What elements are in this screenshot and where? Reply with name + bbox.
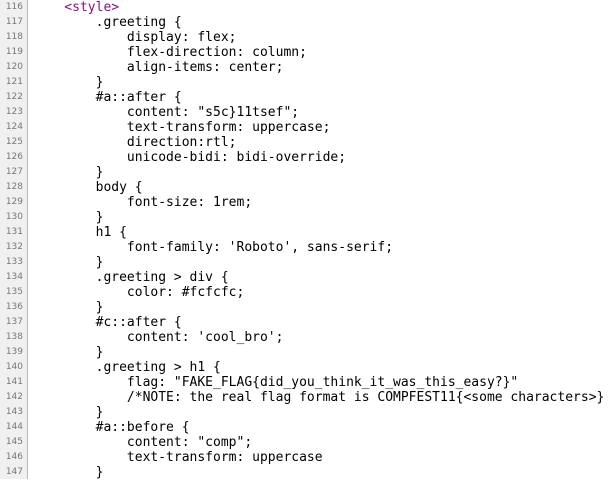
line-number: 146 [5, 452, 23, 462]
source-line[interactable]: #a::before { [28, 420, 613, 435]
source-line[interactable]: content: "comp"; [28, 435, 613, 450]
source-line[interactable]: color: #fcfcfc; [28, 285, 613, 300]
line-number: 147 [5, 467, 23, 477]
source-line[interactable]: .greeting { [28, 15, 613, 30]
source-line-style-tag[interactable]: <style> [28, 0, 613, 15]
source-line[interactable]: font-size: 1rem; [28, 195, 613, 210]
line-number: 117 [5, 17, 23, 27]
line-number: 141 [5, 377, 23, 387]
page-source-viewer: 116 117 118 119 120 121 122 123 124 125 126 127 128 1… [0, 0, 613, 479]
line-number: 133 [5, 257, 23, 267]
source-line[interactable]: text-transform: uppercase [28, 450, 613, 465]
source-line[interactable]: } [28, 75, 613, 90]
line-number: 143 [5, 407, 23, 417]
line-number: 136 [5, 302, 23, 312]
line-number: 137 [5, 317, 23, 327]
line-number: 119 [5, 47, 23, 57]
source-line[interactable]: #a::after { [28, 90, 613, 105]
source-line[interactable]: } [28, 300, 613, 315]
source-line[interactable]: font-family: 'Roboto', sans-serif; [28, 240, 613, 255]
source-line[interactable]: body { [28, 180, 613, 195]
source-line[interactable]: display: flex; [28, 30, 613, 45]
source-line[interactable]: flex-direction: column; [28, 45, 613, 60]
source-line[interactable]: h1 { [28, 225, 613, 240]
line-number-gutter: 116 117 118 119 120 121 122 123 124 125 126 127 128 1… [0, 0, 28, 479]
source-line[interactable]: } [28, 210, 613, 225]
source-line[interactable]: #c::after { [28, 315, 613, 330]
line-number: 145 [5, 437, 23, 447]
source-line[interactable]: direction:rtl; [28, 135, 613, 150]
line-number: 130 [5, 212, 23, 222]
line-number: 140 [5, 362, 23, 372]
source-line[interactable]: align-items: center; [28, 60, 613, 75]
line-number: 123 [5, 107, 23, 117]
source-line[interactable]: } [28, 165, 613, 180]
line-number: 116 [5, 2, 23, 12]
source-line[interactable]: text-transform: uppercase; [28, 120, 613, 135]
line-number: 129 [5, 197, 23, 207]
line-number: 128 [5, 182, 23, 192]
source-line[interactable]: .greeting > h1 { [28, 360, 613, 375]
source-line[interactable]: unicode-bidi: bidi-override; [28, 150, 613, 165]
line-number: 125 [5, 137, 23, 147]
source-line[interactable]: /*NOTE: the real flag format is COMPFEST… [28, 390, 613, 405]
line-number: 121 [5, 77, 23, 87]
line-number: 144 [5, 422, 23, 432]
line-number: 124 [5, 122, 23, 132]
source-line[interactable]: content: 'cool_bro'; [28, 330, 613, 345]
line-number: 134 [5, 272, 23, 282]
line-number: 138 [5, 332, 23, 342]
source-line[interactable]: .greeting > div { [28, 270, 613, 285]
source-line[interactable]: } [28, 405, 613, 420]
line-number: 135 [5, 287, 23, 297]
line-number: 142 [5, 392, 23, 402]
line-number: 139 [5, 347, 23, 357]
source-line[interactable]: content: "s5c}11tsef"; [28, 105, 613, 120]
source-line[interactable]: flag: "FAKE_FLAG{did_you_think_it_was_th… [28, 375, 613, 390]
line-number: 120 [5, 62, 23, 72]
line-number: 118 [5, 32, 23, 42]
source-line[interactable]: } [28, 255, 613, 270]
line-number: 122 [5, 92, 23, 102]
line-number: 126 [5, 152, 23, 162]
source-line[interactable]: } [28, 465, 613, 479]
source-code-area[interactable]: <style> .greeting { display: flex; flex-… [28, 0, 613, 479]
line-number: 132 [5, 242, 23, 252]
line-number: 131 [5, 227, 23, 237]
line-number: 127 [5, 167, 23, 177]
source-line[interactable]: } [28, 345, 613, 360]
